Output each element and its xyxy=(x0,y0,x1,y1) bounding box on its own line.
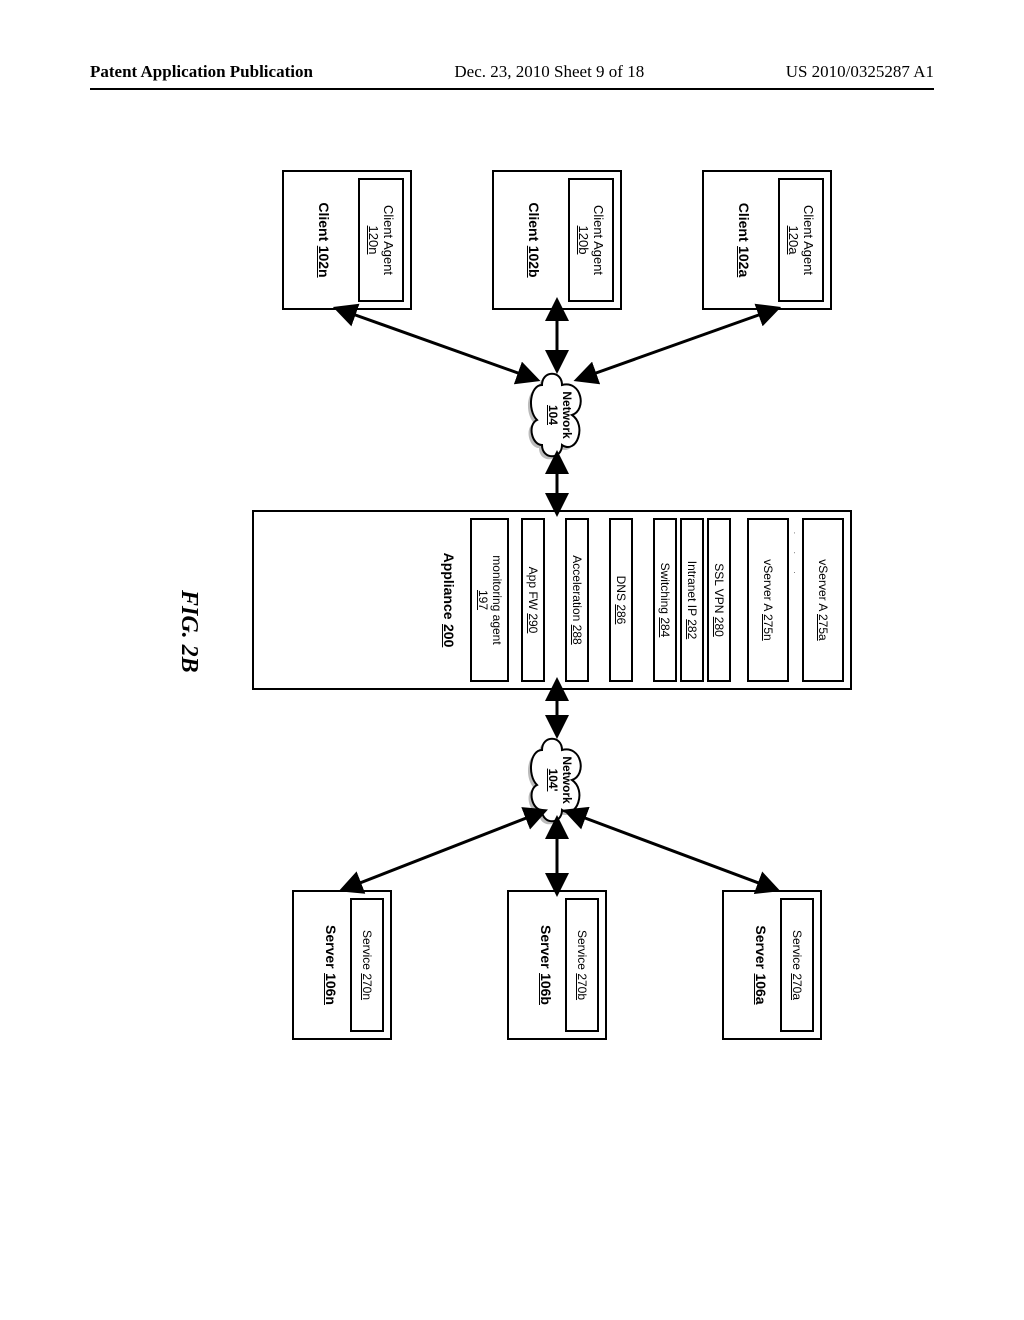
page-header: Patent Application Publication Dec. 23, … xyxy=(90,62,934,90)
client-agent-120n: Client Agent 120n xyxy=(358,178,404,302)
monitoring-agent-197: monitoring agent 197 xyxy=(470,518,509,682)
header-right: US 2010/0325287 A1 xyxy=(786,62,934,82)
header-left: Patent Application Publication xyxy=(90,62,313,82)
dns-286: DNS 286 xyxy=(609,518,633,682)
ssl-vpn-280: SSL VPN 280 xyxy=(707,518,731,682)
service-270n: Service 270n xyxy=(350,898,384,1032)
network-cloud-104: Network 104 xyxy=(522,365,592,465)
acceleration-288: Acceleration 288 xyxy=(565,518,589,682)
client-box-102b: Client Agent 120b Client 102b xyxy=(492,170,622,310)
server-box-106n: Service 270n Server 106n xyxy=(292,890,392,1040)
service-270b: Service 270b xyxy=(565,898,599,1032)
appliance-200: vServer A 275a . . . vServer A 275n SSL … xyxy=(252,510,852,690)
client-box-102a: Client Agent 120a Client 102a xyxy=(702,170,832,310)
ellipsis-dots: . . . xyxy=(792,512,799,688)
server-box-106b: Service 270b Server 106b xyxy=(507,890,607,1040)
intranet-ip-282: Intranet IP 282 xyxy=(680,518,704,682)
client-box-102n: Client Agent 120n Client 102n xyxy=(282,170,412,310)
figure-caption: FIG. 2B xyxy=(175,590,202,673)
network-cloud-104p: Network 104' xyxy=(522,730,592,830)
vserver-275a: vServer A 275a xyxy=(802,518,844,682)
figure-rotated-container: Client Agent 120a Client 102a Client Age… xyxy=(132,150,892,1150)
switching-284: Switching 284 xyxy=(653,518,677,682)
figure-2b: Client Agent 120a Client 102a Client Age… xyxy=(90,150,934,1150)
vserver-275n: vServer A 275n xyxy=(747,518,789,682)
header-center: Dec. 23, 2010 Sheet 9 of 18 xyxy=(454,62,644,82)
server-box-106a: Service 270a Server 106a xyxy=(722,890,822,1040)
app-fw-290: App FW 290 xyxy=(521,518,545,682)
service-270a: Service 270a xyxy=(780,898,814,1032)
client-agent-120a: Client Agent 120a xyxy=(778,178,824,302)
client-agent-120b: Client Agent 120b xyxy=(568,178,614,302)
